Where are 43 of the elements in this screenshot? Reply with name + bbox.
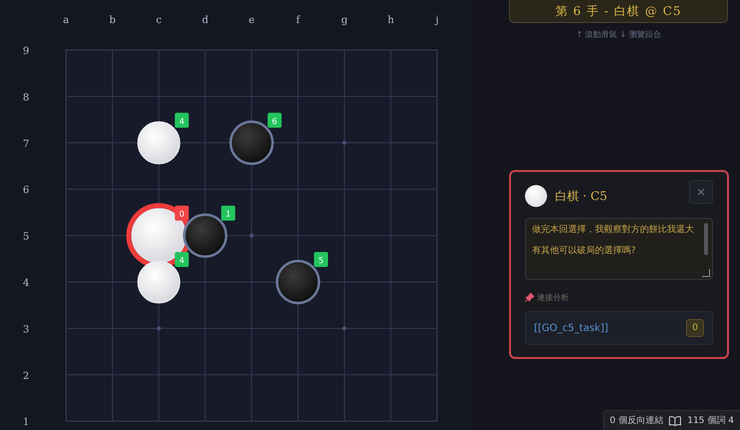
count-badge: 6	[268, 112, 282, 128]
row-label: 5	[22, 232, 30, 243]
row-label: 1	[22, 417, 30, 428]
go-stone[interactable]	[182, 213, 228, 258]
book-icon	[669, 416, 682, 426]
column-label: j	[436, 15, 439, 26]
column-label: e	[248, 15, 255, 26]
row-label: 4	[22, 278, 30, 289]
row-label: 9	[22, 46, 30, 57]
row-label: 6	[22, 185, 30, 196]
column-label: h	[388, 15, 394, 26]
link[interactable]: [[GO_c5_task]]	[534, 322, 608, 334]
close-button[interactable]: ✕	[689, 180, 713, 204]
navigation-hint: ↑ 滾動滑鼠 ↓ 瀏覽回合	[574, 29, 662, 40]
column-label: d	[202, 15, 208, 26]
word-count: 115 個詞 4	[687, 414, 734, 427]
note-text: 有其他可以破局的選擇嗎?	[532, 245, 636, 257]
link-row[interactable]: [[GO_c5_task]] 0	[525, 311, 713, 345]
row-label: 8	[22, 92, 30, 104]
move-header: 第 6 手 - 白棋 @ C5	[509, 0, 728, 23]
pin-icon	[525, 293, 534, 302]
count-badge: 4	[174, 252, 189, 267]
column-label: a	[63, 15, 69, 26]
section-label: 連接分析	[537, 292, 569, 303]
column-label: c	[156, 15, 162, 26]
row-label: 2	[22, 370, 30, 382]
resize-grip-icon	[702, 269, 710, 277]
note-text: 做完本回選擇，我觀察對方的餅比我還大	[532, 224, 694, 236]
count-badge: 0	[174, 206, 189, 221]
count-badge: 1	[221, 206, 236, 221]
note-field[interactable]: 做完本回選擇，我觀察對方的餅比我還大 有其他可以破局的選擇嗎?	[525, 218, 713, 280]
count-badge: 5	[314, 252, 328, 267]
column-label: g	[341, 15, 348, 26]
column-label: b	[109, 15, 116, 26]
backlinks-count: 0 個反向連結	[610, 414, 664, 427]
count-badge: 0	[686, 319, 704, 337]
go-stone[interactable]	[229, 120, 274, 166]
panel-title: 白棋 · C5	[555, 188, 608, 204]
scrollbar	[704, 223, 708, 255]
go-stone[interactable]	[276, 260, 320, 304]
row-label: 3	[22, 324, 30, 336]
column-label: f	[296, 15, 300, 26]
row-label: 7	[22, 138, 30, 150]
